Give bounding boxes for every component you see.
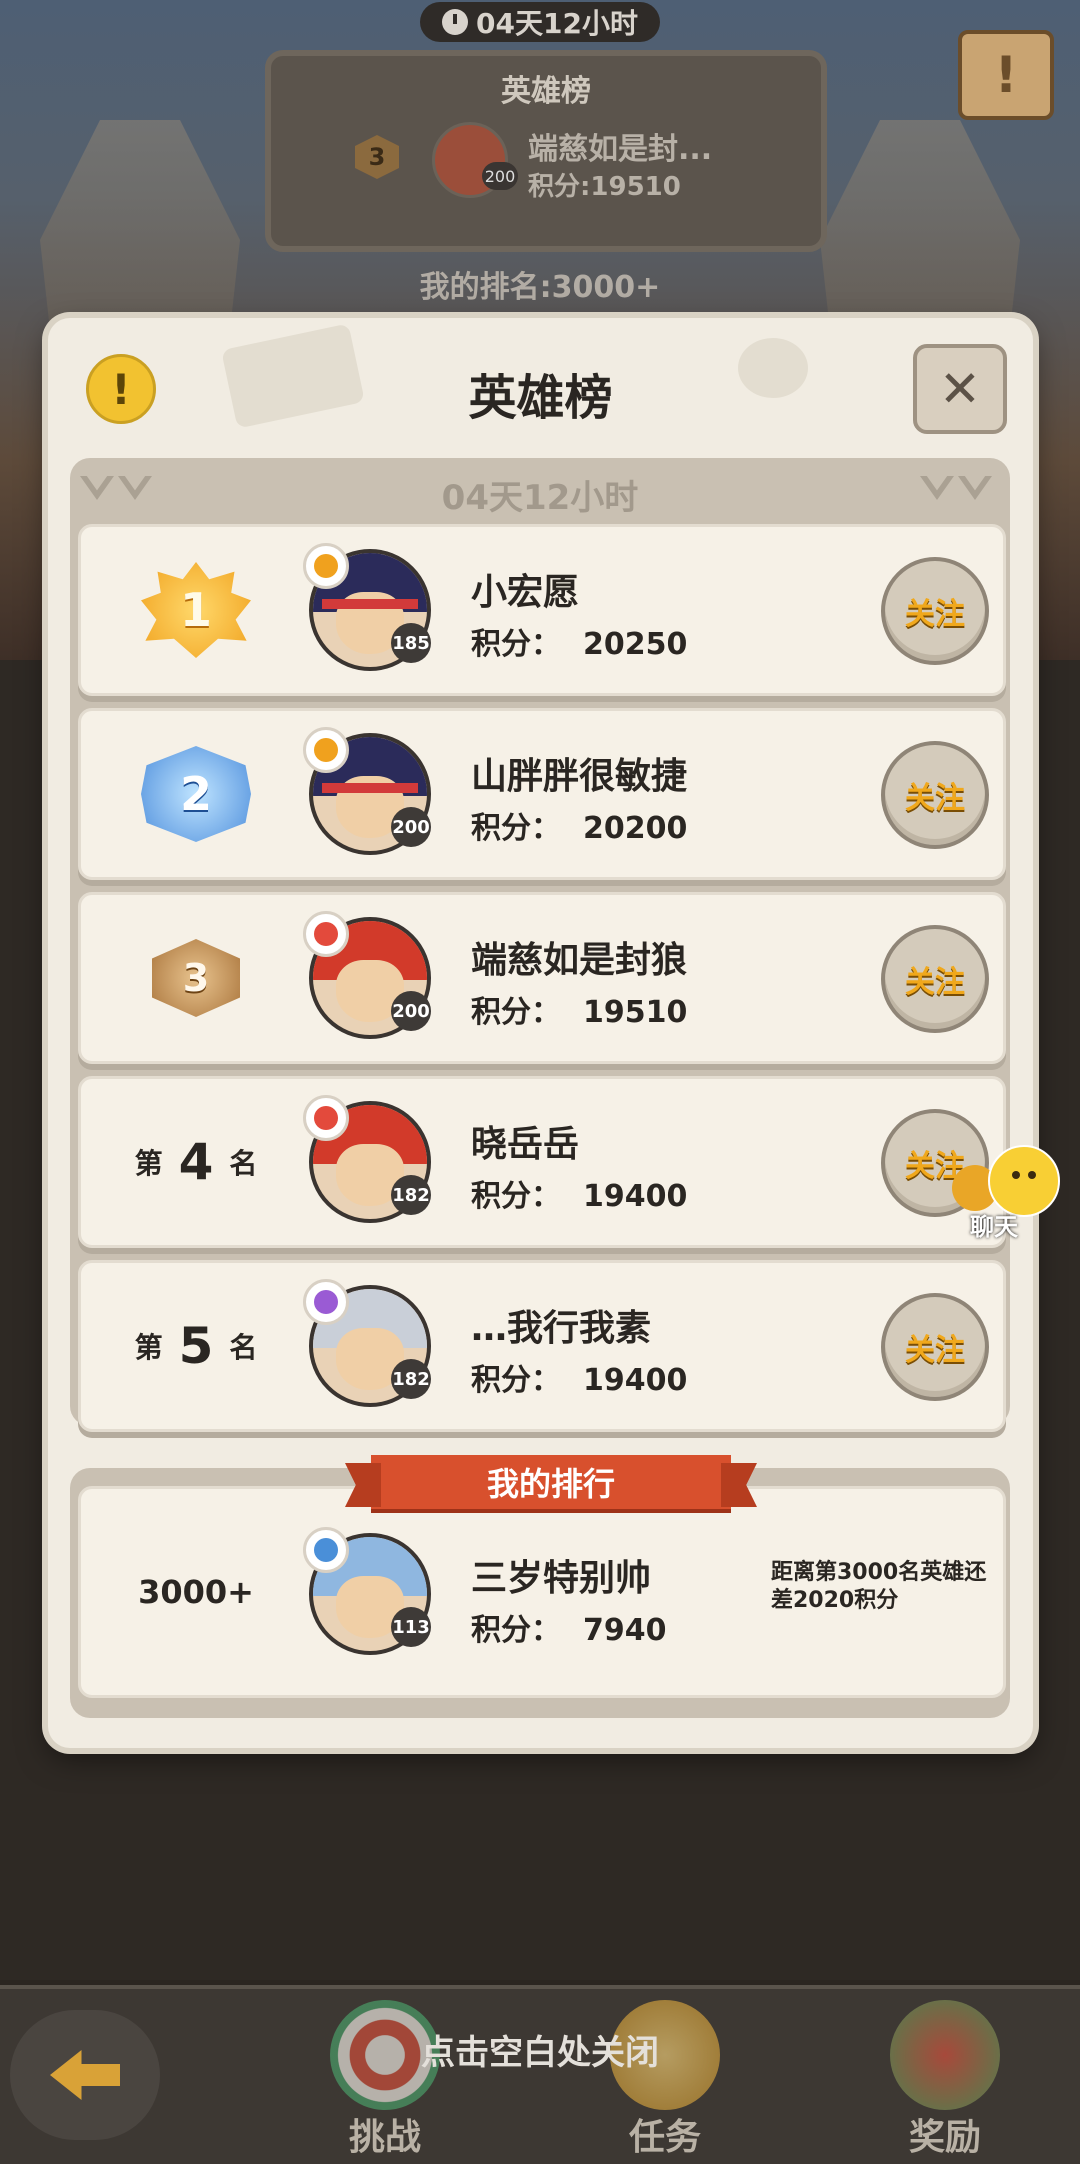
player-avatar[interactable]: 200 [303, 727, 431, 855]
player-avatar[interactable]: 182 [303, 1279, 431, 1407]
level-badge: 200 [391, 807, 431, 847]
leaderboard-row: 3 200 端慈如是封狼 积分： 19510 关注 [78, 892, 1006, 1064]
player-name: 端慈如是封狼 [471, 940, 688, 981]
my-ranking-row: 我的排行 3000+ 113 三岁特别帅 积分： 7940 距离第3000名英雄还… [78, 1455, 1006, 1698]
close-button[interactable]: ✕ [913, 344, 1007, 434]
my-ranking-ribbon: 我的排行 [371, 1455, 731, 1509]
leaderboard-row: 第 5 名 182 …我行我素 积分： 19400 关注 [78, 1260, 1006, 1432]
level-badge: 200 [391, 991, 431, 1031]
player-score: 积分： 19510 [471, 995, 688, 1030]
level-badge: 185 [391, 623, 431, 663]
my-rank: 3000+ [138, 1573, 254, 1611]
player-avatar[interactable]: 182 [303, 1095, 431, 1223]
rank-cell: 1 [101, 527, 291, 693]
leaderboard-row: 1 185 小宏愿 积分： 20250 关注 [78, 524, 1006, 696]
rank-cell: 2 [101, 711, 291, 877]
background-level-badge: 200 [482, 162, 518, 190]
player-score: 积分： 19400 [471, 1363, 688, 1398]
rank-cell: 第 4 名 [101, 1079, 291, 1245]
scroll-info-icon[interactable]: ! [958, 30, 1054, 120]
player-name: 小宏愿 [471, 572, 580, 613]
clock-icon [442, 9, 469, 35]
level-badge: 182 [391, 1175, 431, 1215]
follow-button[interactable]: 关注 [881, 557, 989, 665]
bronze-medal-icon: 3 [152, 939, 240, 1017]
follow-button[interactable]: 关注 [881, 925, 989, 1033]
background-timer: 04天12小时 [420, 2, 660, 42]
level-badge: 182 [391, 1359, 431, 1399]
background-top-name: 端慈如是封... [528, 132, 713, 167]
leaderboard-row: 第 4 名 182 晓岳岳 积分： 19400 关注 [78, 1076, 1006, 1248]
player-name: 晓岳岳 [471, 1124, 580, 1165]
background-my-rank: 我的排名:3000+ [419, 270, 661, 305]
player-name: …我行我素 [471, 1308, 652, 1349]
background-top-score: 积分:19510 [528, 172, 681, 202]
background-board-title: 英雄榜 [501, 74, 591, 109]
dialog-title: 英雄榜 [468, 370, 613, 426]
player-name: 山胖胖很敏捷 [471, 756, 688, 797]
leaderboard-list: 04天12小时 1 185 小宏愿 积分： 20250 关注 2 200 山胖胖… [70, 458, 1010, 1432]
chat-button[interactable]: 聊天 [950, 1145, 1070, 1241]
element-icon [303, 543, 349, 589]
nav-challenge[interactable]: 挑战 [285, 1990, 485, 2160]
rank-cell: 第 5 名 [101, 1263, 291, 1429]
silver-medal-icon: 2 [141, 746, 251, 842]
player-score: 积分： 19400 [471, 1179, 688, 1214]
rank-label: 第 4 名 [134, 1133, 258, 1191]
my-name: 三岁特别帅 [471, 1558, 652, 1599]
follow-button[interactable]: 关注 [881, 1293, 989, 1401]
follow-button[interactable]: 关注 [881, 741, 989, 849]
rank-cell: 3000+ [101, 1489, 291, 1695]
player-avatar[interactable]: 200 [303, 911, 431, 1039]
player-score: 积分： 20200 [471, 811, 688, 846]
my-avatar[interactable]: 113 [303, 1527, 431, 1655]
player-avatar[interactable]: 185 [303, 543, 431, 671]
my-ranking-panel: 我的排行 3000+ 113 三岁特别帅 积分： 7940 距离第3000名英雄还… [70, 1455, 1010, 1718]
player-score: 积分： 20250 [471, 627, 688, 662]
rank-gap-note: 距离第3000名英雄还差2020积分 [771, 1560, 987, 1613]
close-hint[interactable]: 点击空白处关闭 [0, 2025, 1080, 2074]
level-badge: 113 [391, 1607, 431, 1647]
leaderboard-row: 2 200 山胖胖很敏捷 积分： 20200 关注 [78, 708, 1006, 880]
list-timer: 04天12小时 [441, 478, 639, 518]
leaderboard-dialog: ! 英雄榜 ✕ 04天12小时 1 185 小宏愿 积分：20250 关注 2 [48, 318, 1033, 1748]
element-icon [303, 1095, 349, 1141]
my-score: 积分： 7940 [471, 1613, 667, 1648]
rank-cell: 3 [101, 895, 291, 1061]
nav-tasks[interactable]: 任务 [565, 1990, 765, 2160]
element-icon [303, 911, 349, 957]
rank-label: 第 5 名 [134, 1317, 258, 1375]
gold-medal-icon: 1 [141, 562, 251, 658]
nav-rewards[interactable]: 奖励 [845, 1990, 1045, 2160]
element-icon [303, 727, 349, 773]
element-icon [303, 1279, 349, 1325]
element-icon [303, 1527, 349, 1573]
chat-label: 聊天 [970, 1213, 1018, 1241]
